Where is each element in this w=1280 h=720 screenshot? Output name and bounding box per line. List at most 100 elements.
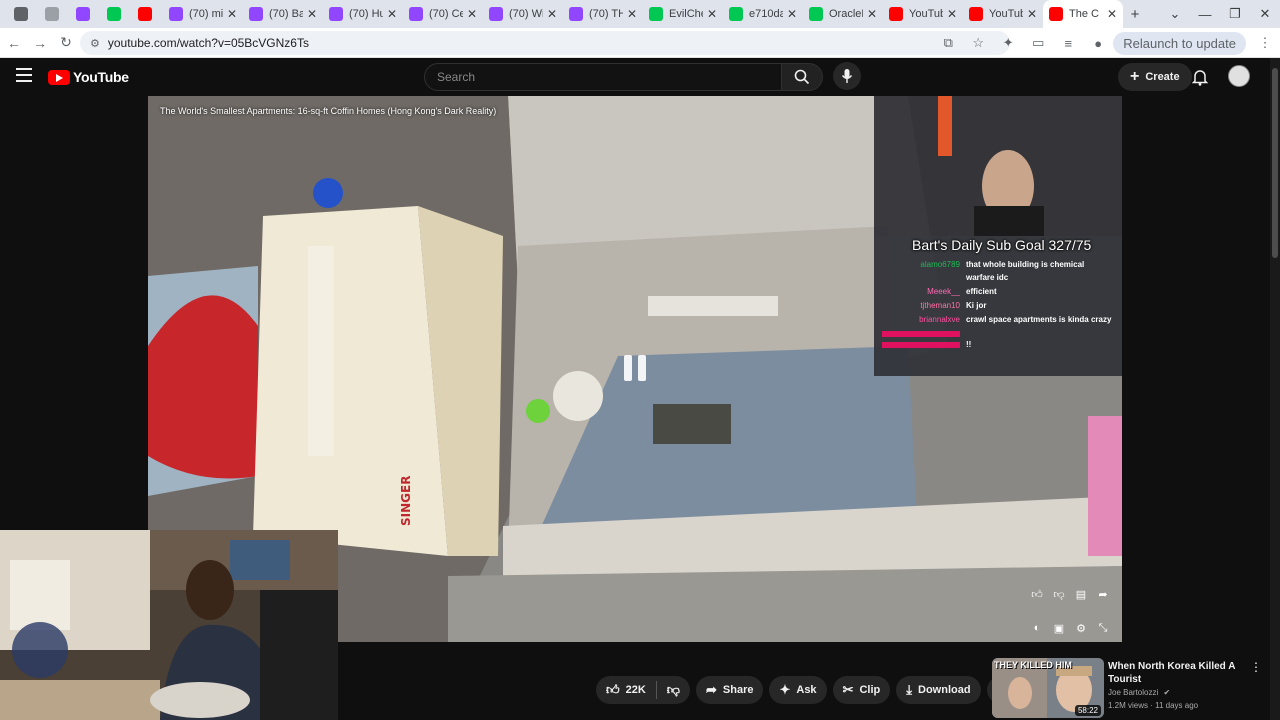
tab-label: EvilChem <box>669 8 703 20</box>
chat-username <box>882 342 960 348</box>
ask-button[interactable]: ✦ Ask <box>769 676 827 704</box>
media-icon[interactable]: ▭ <box>1023 35 1053 51</box>
browser-tab[interactable] <box>132 0 163 28</box>
plus-icon: + <box>1130 68 1140 85</box>
clip-button[interactable]: ✂ Clip <box>832 676 891 704</box>
extensions-icon[interactable]: ✦ <box>993 35 1023 51</box>
create-button[interactable]: + Create <box>1118 63 1192 91</box>
channel-name[interactable]: Joe Bartolozzi ✔ <box>1108 688 1170 697</box>
download-button[interactable]: ⤓ Download <box>896 676 981 704</box>
reading-list-icon[interactable]: ≡ <box>1053 36 1083 51</box>
restore-icon[interactable]: ❐ <box>1220 6 1250 22</box>
tab-close-icon[interactable]: ✕ <box>1107 7 1117 21</box>
tab-label: (70) Wire <box>509 8 543 20</box>
comment-overlay-icon[interactable]: ▤ <box>1074 588 1088 601</box>
chat-text: crawl space apartments is kinda crazy <box>966 315 1112 324</box>
browser-tab[interactable]: e710dab ✕ <box>723 0 803 28</box>
tab-close-icon[interactable]: ✕ <box>627 7 637 21</box>
video-thumbnail[interactable]: THEY KILLED HIM 58:22 <box>992 658 1104 718</box>
tab-favicon-icon <box>329 7 343 21</box>
dislike-overlay-icon[interactable]: 👎︎ <box>1052 588 1066 601</box>
relaunch-button[interactable]: Relaunch to update <box>1113 31 1246 55</box>
forward-icon[interactable]: → <box>28 35 52 51</box>
tab-close-icon[interactable]: ✕ <box>307 7 317 21</box>
profile-icon[interactable]: ● <box>1083 36 1113 51</box>
tab-label: (70) Cewe <box>429 8 463 20</box>
exit-fullscreen-icon[interactable]: ⤡ <box>1096 622 1110 635</box>
chat-username: Meeek__ <box>927 287 960 296</box>
tab-close-icon[interactable]: ✕ <box>227 7 237 21</box>
tab-close-icon[interactable]: ✕ <box>387 7 397 21</box>
install-app-icon[interactable]: ⧉ <box>933 35 963 51</box>
browser-tab[interactable] <box>39 0 70 28</box>
pause-icon[interactable] <box>621 355 649 383</box>
search-input[interactable] <box>437 70 781 84</box>
browser-tab[interactable]: YouTube ✕ <box>883 0 963 28</box>
like-button[interactable]: 👍︎ 22K <box>596 676 656 704</box>
browser-tab[interactable]: (70) Baco ✕ <box>243 0 323 28</box>
tab-close-icon[interactable]: ✕ <box>947 7 957 21</box>
chat-message: alamo6789 that whole building is chemical… <box>882 258 1112 284</box>
tab-close-icon[interactable]: ✕ <box>707 7 717 21</box>
captions-icon[interactable]: ▣ <box>1052 622 1066 635</box>
webcam-overlay <box>0 530 338 720</box>
site-info-icon[interactable]: ⚙ <box>90 37 100 50</box>
share-button[interactable]: ➦ Share <box>695 676 764 704</box>
reload-icon[interactable]: ↻ <box>54 34 78 51</box>
recommendation-menu-icon[interactable]: ⋮ <box>1250 660 1262 674</box>
address-bar[interactable]: ⚙ youtube.com/watch?v=05BcVGNz6Ts <box>80 31 1010 55</box>
search-button[interactable] <box>781 63 823 91</box>
browser-tab[interactable]: (70) Hung ✕ <box>323 0 403 28</box>
dislike-button[interactable]: 👎︎ <box>657 676 690 704</box>
browser-tab[interactable] <box>8 0 39 28</box>
tab-close-icon[interactable]: ✕ <box>867 7 877 21</box>
page-scrollbar[interactable] <box>1270 58 1280 720</box>
tab-list: (70) mixo ✕ (70) Baco ✕ (70) Hung ✕ (70) Cewe ✕… <box>0 0 1123 28</box>
tab-favicon-icon <box>969 7 983 21</box>
video-title-overlay[interactable]: The World's Smallest Apartments: 16-sq-f… <box>160 106 496 116</box>
back-icon[interactable]: ← <box>2 35 26 51</box>
bookmark-star-icon[interactable]: ☆ <box>963 35 993 51</box>
scrollbar-thumb[interactable] <box>1272 68 1278 258</box>
browser-tab[interactable]: The C ✕ <box>1043 0 1123 28</box>
voice-search-button[interactable] <box>833 62 861 90</box>
tab-label: (70) Hung <box>349 8 383 20</box>
microphone-icon <box>841 69 853 83</box>
tab-close-icon[interactable]: ✕ <box>547 7 557 21</box>
menu-kebab-icon[interactable]: ⋮ <box>1250 35 1280 51</box>
youtube-logo[interactable]: YouTube <box>48 69 129 85</box>
close-window-icon[interactable]: ✕ <box>1250 6 1280 22</box>
browser-tab[interactable]: (70) mixo ✕ <box>163 0 243 28</box>
browser-tab[interactable]: (70) THC ✕ <box>563 0 643 28</box>
recommended-video[interactable]: THEY KILLED HIM 58:22 When North Korea K… <box>992 658 1262 720</box>
recommended-title[interactable]: When North Korea Killed A Tourist <box>1108 660 1248 686</box>
tab-close-icon[interactable]: ✕ <box>1027 7 1037 21</box>
menu-hamburger-icon[interactable] <box>16 68 32 82</box>
bell-icon <box>1192 70 1208 86</box>
share-icon: ➦ <box>705 682 717 697</box>
tab-close-icon[interactable]: ✕ <box>467 7 477 21</box>
new-tab-button[interactable]: + <box>1123 6 1147 23</box>
chat-text: Ki jor <box>966 301 987 310</box>
tab-label: (70) mixo <box>189 8 223 20</box>
browser-tab[interactable] <box>70 0 101 28</box>
download-label: Download <box>918 684 971 696</box>
tab-label: YouTube <box>909 8 943 20</box>
browser-tab[interactable]: OracleM ✕ <box>803 0 883 28</box>
settings-gear-icon[interactable]: ⚙ <box>1074 622 1088 635</box>
browser-tab[interactable] <box>101 0 132 28</box>
tab-label: (70) THC <box>589 8 623 20</box>
notifications-button[interactable] <box>1190 67 1210 87</box>
tab-search-icon[interactable]: ⌄ <box>1160 6 1190 22</box>
browser-tab[interactable]: YouTube ✕ <box>963 0 1043 28</box>
browser-tab[interactable]: EvilChem ✕ <box>643 0 723 28</box>
browser-tab[interactable]: (70) Cewe ✕ <box>403 0 483 28</box>
logo-text: YouTube <box>73 69 129 85</box>
share-overlay-icon[interactable]: ➦ <box>1096 588 1110 601</box>
tab-close-icon[interactable]: ✕ <box>787 7 797 21</box>
minimize-icon[interactable]: — <box>1190 7 1220 22</box>
account-avatar[interactable] <box>1228 65 1250 87</box>
autoplay-toggle-icon[interactable]: ◐ <box>1030 622 1044 635</box>
browser-tab[interactable]: (70) Wire ✕ <box>483 0 563 28</box>
like-overlay-icon[interactable]: 👍︎ <box>1030 588 1044 601</box>
